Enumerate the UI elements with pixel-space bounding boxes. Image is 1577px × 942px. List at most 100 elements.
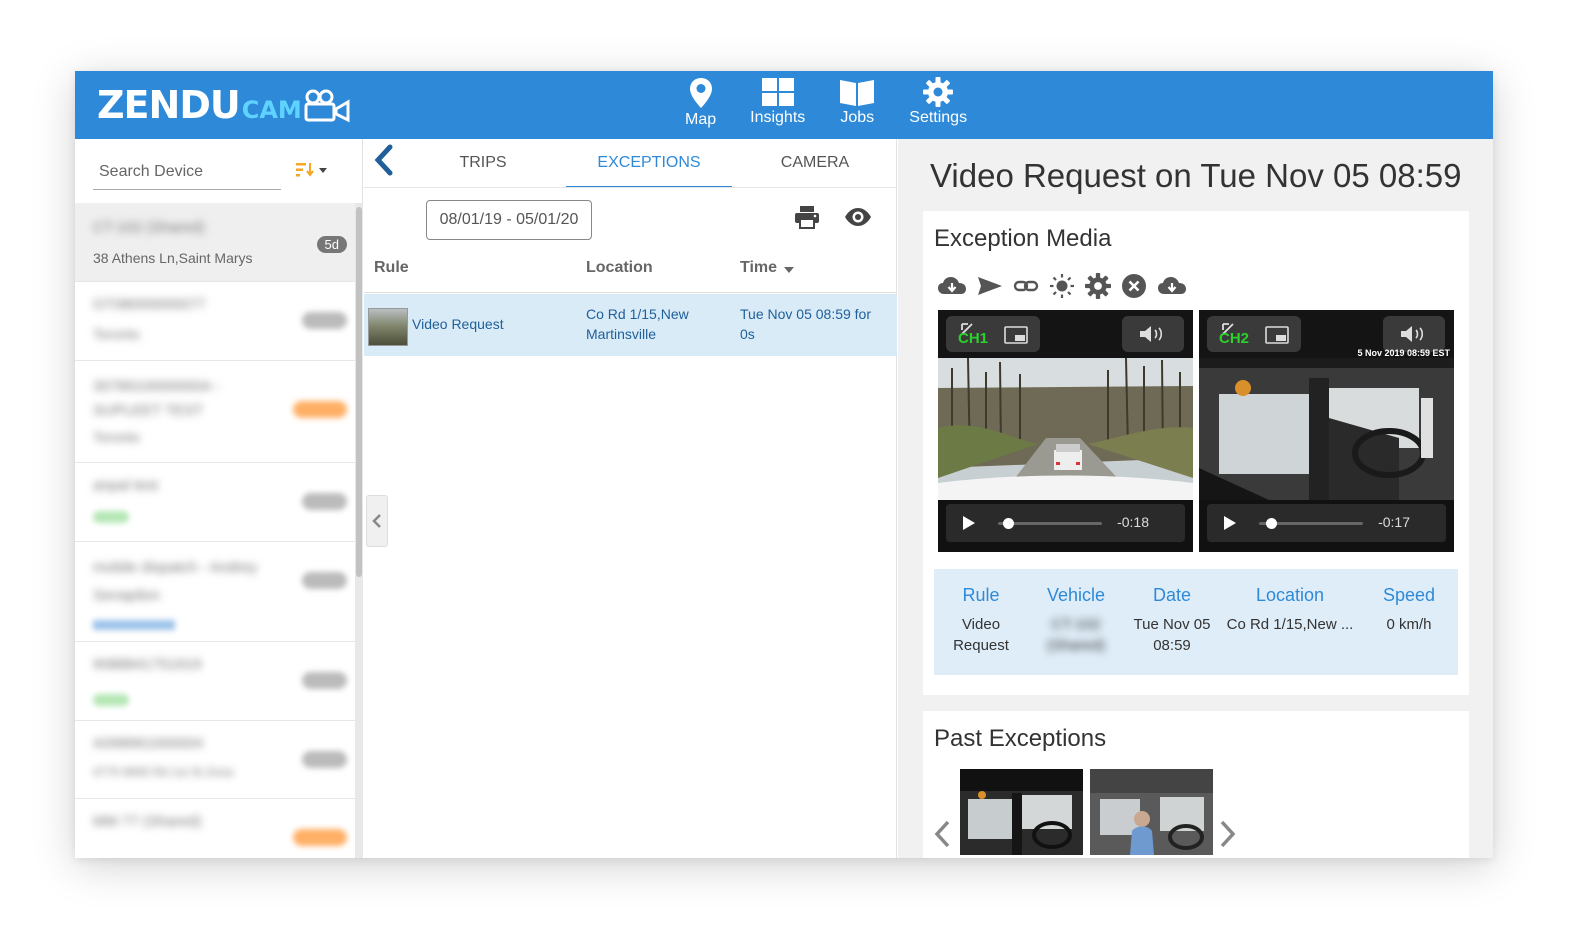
media-toolbar	[937, 273, 1197, 299]
volume-chip[interactable]	[1122, 316, 1184, 352]
exception-media-card: Exception Media CH1 -0:18 CH2 5 Nov 2019…	[923, 211, 1469, 695]
send-icon	[978, 277, 1002, 295]
device-item[interactable]: GT08000000077 Toronto 420d	[75, 282, 355, 361]
video-seek-bar[interactable]	[1259, 518, 1363, 529]
column-header-location[interactable]: Location	[586, 259, 653, 277]
tab-bar: TRIPS EXCEPTIONS CAMERA	[400, 139, 898, 188]
device-item[interactable]: 9088841751919 420d	[75, 642, 355, 721]
past-exceptions-carousel	[960, 769, 1220, 855]
video-timestamp-overlay: 5 Nov 2019 08:59 EST	[1357, 348, 1450, 358]
app-window: ZENDU CAM Map Insights Jobs Settings Sea…	[75, 71, 1493, 858]
top-header: ZENDU CAM Map Insights Jobs Settings	[75, 71, 1493, 139]
video-player-ch1[interactable]: CH1 -0:18	[938, 310, 1193, 552]
print-icon	[795, 206, 819, 229]
picture-in-picture-icon[interactable]	[1265, 326, 1289, 344]
copy-link-button[interactable]	[1013, 275, 1039, 297]
nav-jobs[interactable]: Jobs	[839, 77, 875, 129]
section-title: Exception Media	[934, 225, 1112, 252]
seek-knob[interactable]	[1265, 518, 1277, 529]
scrollbar-thumb[interactable]	[356, 207, 362, 577]
status-badge: Online	[293, 401, 347, 418]
zenducam-logo[interactable]: ZENDU CAM	[97, 83, 350, 127]
close-circle-icon	[1122, 274, 1146, 298]
camera-logo-icon	[304, 89, 350, 123]
last-seen-badge: 5d	[316, 236, 347, 253]
info-value-vehicle-line2: (Shared)	[1046, 637, 1106, 654]
nav-settings[interactable]: Settings	[909, 77, 967, 129]
cabin-thumbnail-image	[960, 769, 1083, 855]
back-button[interactable]	[372, 143, 396, 184]
info-header-date: Date	[1152, 585, 1192, 605]
tab-trips[interactable]: TRIPS	[400, 139, 566, 188]
video-time-remaining: -0:17	[1378, 514, 1410, 530]
last-seen-badge: 420d	[302, 493, 347, 510]
send-button[interactable]	[977, 275, 1003, 297]
video-time-remaining: -0:18	[1117, 514, 1149, 530]
device-item[interactable]: A098961000004 4770 6600 Rd 1st St Zona 4…	[75, 721, 355, 799]
print-button[interactable]	[794, 205, 820, 234]
device-item[interactable]: 3078910000000A - SUPLEET TEST Toronto On…	[75, 361, 355, 463]
search-wrapper	[93, 154, 281, 190]
column-header-rule[interactable]: Rule	[374, 259, 409, 277]
media-settings-button[interactable]	[1085, 273, 1111, 299]
nav-map-label: Map	[685, 111, 717, 128]
eye-icon	[845, 208, 871, 226]
play-icon[interactable]	[962, 515, 976, 531]
device-address: Toronto	[93, 429, 140, 445]
device-item[interactable]: CT-102 (Shared) 38 Athens Ln,Saint Marys…	[75, 203, 355, 282]
sort-caret-icon[interactable]	[784, 266, 794, 274]
offline-status-pill	[93, 511, 129, 523]
device-list: CT-102 (Shared) 38 Athens Ln,Saint Marys…	[75, 203, 355, 858]
exception-thumbnail	[368, 308, 408, 346]
collapse-panel-button[interactable]	[366, 495, 388, 547]
device-item[interactable]: anpal test 420d	[75, 463, 355, 542]
past-exception-thumbnail[interactable]	[1090, 769, 1213, 855]
carousel-prev-button[interactable]	[933, 819, 951, 854]
video-seek-bar[interactable]	[998, 518, 1102, 529]
view-toggle-button[interactable]	[844, 207, 872, 232]
sort-icon	[296, 163, 314, 177]
brightness-button[interactable]	[1049, 273, 1075, 299]
nav-settings-label: Settings	[909, 109, 968, 126]
tab-exceptions[interactable]: EXCEPTIONS	[566, 139, 732, 188]
gear-icon	[1085, 273, 1111, 299]
search-device-input[interactable]	[93, 154, 281, 189]
carousel-next-button[interactable]	[1219, 819, 1237, 854]
info-vehicle: Vehicle CT-102 (Shared)	[1038, 585, 1114, 656]
nav-insights[interactable]: Insights	[750, 77, 805, 129]
past-exception-thumbnail[interactable]	[960, 769, 1083, 855]
brightness-icon	[1050, 274, 1074, 298]
channel-chip: CH1	[946, 316, 1040, 352]
nav-map[interactable]: Map	[685, 77, 716, 129]
device-link[interactable]	[93, 620, 175, 630]
date-range-picker[interactable]: 08/01/19 - 05/01/20	[426, 200, 592, 240]
info-location: Location Co Rd 1/15,New ...	[1220, 585, 1360, 635]
download-all-button[interactable]	[1157, 275, 1187, 297]
info-header-rule: Rule	[962, 585, 1000, 605]
section-title: Past Exceptions	[934, 725, 1107, 752]
delete-button[interactable]	[1121, 273, 1147, 299]
video-frame-cabin	[1199, 358, 1454, 500]
sort-button[interactable]	[295, 161, 329, 179]
volume-chip[interactable]	[1383, 316, 1445, 352]
device-item[interactable]: MM 77 (Shared) Online	[75, 799, 355, 858]
play-icon[interactable]	[1223, 515, 1237, 531]
seek-knob[interactable]	[1002, 518, 1014, 529]
column-header-time[interactable]: Time	[740, 259, 777, 277]
video-player-ch2[interactable]: CH2 5 Nov 2019 08:59 EST -0:17	[1199, 310, 1454, 552]
video-top-bar: CH1	[938, 310, 1193, 358]
last-seen-badge: 420d	[302, 672, 347, 689]
table-row[interactable]: Video Request Co Rd 1/15,New Martinsvill…	[364, 294, 897, 356]
tab-camera[interactable]: CAMERA	[732, 139, 898, 188]
download-button[interactable]	[937, 275, 967, 297]
device-name: anpal test	[93, 477, 159, 494]
offline-status-pill	[93, 694, 129, 706]
cloud-download-icon	[1158, 277, 1186, 294]
picture-in-picture-icon[interactable]	[1004, 326, 1028, 344]
device-address: Toronto	[93, 326, 140, 342]
page-title: Video Request on Tue Nov 05 08:59	[930, 157, 1462, 194]
chevron-right-icon	[1220, 820, 1236, 848]
row-location-line1: Co Rd 1/15,New	[586, 306, 689, 322]
sidebar-scrollbar[interactable]	[355, 203, 363, 858]
device-item[interactable]: mobile dispatch - Andrey Senapilon 420d	[75, 542, 355, 642]
